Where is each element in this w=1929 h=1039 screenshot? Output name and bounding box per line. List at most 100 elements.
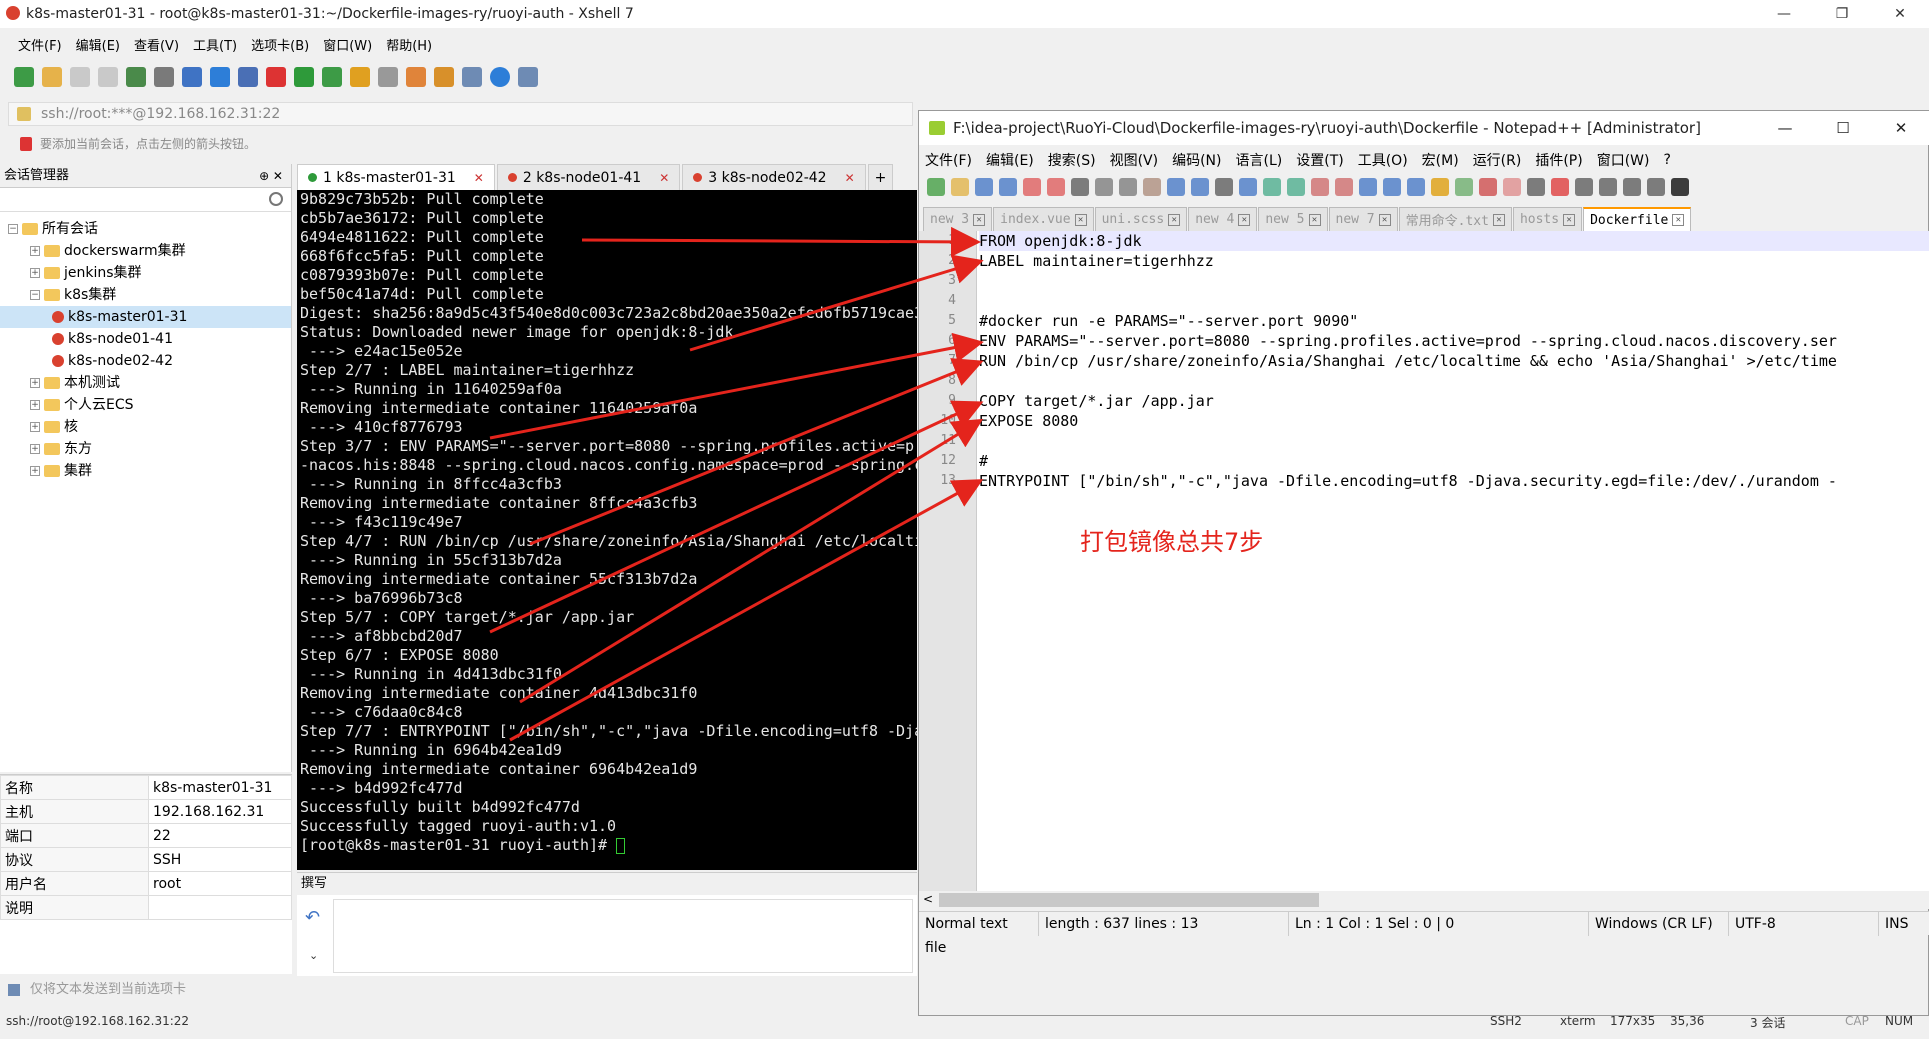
save-all-icon[interactable]: [999, 178, 1017, 196]
properties-icon[interactable]: [126, 67, 146, 87]
save-icon[interactable]: [975, 178, 993, 196]
replace-icon[interactable]: [1239, 178, 1257, 196]
xftp-icon[interactable]: [266, 67, 286, 87]
undo-icon[interactable]: ↶: [305, 907, 320, 928]
help-icon[interactable]: [490, 67, 510, 87]
maximize-button[interactable]: ☐: [1814, 111, 1872, 145]
tab-k8s-node02-42[interactable]: 3 k8s-node02-42 ✕: [682, 164, 866, 190]
close-icon[interactable]: ✕: [1308, 213, 1321, 226]
scroll-left-icon[interactable]: <: [923, 892, 933, 906]
terminal[interactable]: 9b829c73b52b: Pull complete cb5b7ae36172:…: [297, 190, 917, 870]
npp-menu-item[interactable]: 编码(N): [1172, 150, 1221, 170]
expand-icon[interactable]: +: [30, 422, 40, 432]
minimize-button[interactable]: —: [1755, 0, 1813, 28]
search-icon[interactable]: [269, 192, 283, 206]
npp-tab[interactable]: uni.scss ✕: [1094, 207, 1188, 231]
code-line[interactable]: ENV PARAMS="--server.port=8080 --spring.…: [979, 331, 1929, 351]
undo-icon[interactable]: [1167, 178, 1185, 196]
tree-item[interactable]: + 个人云ECS: [0, 394, 291, 416]
npp-menu-item[interactable]: 视图(V): [1110, 150, 1159, 170]
disconnect-icon[interactable]: [70, 67, 90, 87]
tree-item[interactable]: + 核: [0, 416, 291, 438]
npp-menu-item[interactable]: 运行(R): [1473, 150, 1522, 170]
code-line[interactable]: #docker run -e PARAMS="--server.port 909…: [979, 311, 1929, 331]
npp-menu-item[interactable]: 窗口(W): [1597, 150, 1650, 170]
close-icon[interactable]: ✕: [973, 213, 986, 226]
expand-icon[interactable]: +: [30, 400, 40, 410]
wrap-icon[interactable]: [1359, 178, 1377, 196]
npp-menu-item[interactable]: 工具(O): [1358, 150, 1408, 170]
compose-icon[interactable]: [434, 67, 454, 87]
new-session-icon[interactable]: [14, 67, 34, 87]
close-icon[interactable]: ✕: [1168, 213, 1181, 226]
close-icon[interactable]: ✕: [1238, 213, 1251, 226]
run-icon[interactable]: [1671, 178, 1689, 196]
minimize-button[interactable]: —: [1756, 111, 1814, 145]
npp-tab[interactable]: Dockerfile ✕: [1583, 207, 1692, 231]
menu-tabs[interactable]: 选项卡(B): [251, 35, 309, 54]
zoom-in-icon[interactable]: [1263, 178, 1281, 196]
record-icon[interactable]: [1551, 178, 1569, 196]
play-icon[interactable]: [1599, 178, 1617, 196]
code-area[interactable]: FROM openjdk:8-jdk LABEL maintainer=tiger…: [979, 231, 1929, 891]
scrollbar-thumb[interactable]: [939, 893, 1319, 907]
npp-menu-item[interactable]: ?: [1664, 152, 1671, 168]
all-chars-icon[interactable]: [1383, 178, 1401, 196]
tree-item[interactable]: k8s-master01-31: [0, 306, 291, 328]
layout-icon[interactable]: [462, 67, 482, 87]
tree-item[interactable]: + 集群: [0, 460, 291, 482]
tree-item[interactable]: + jenkins集群: [0, 262, 291, 284]
expand-icon[interactable]: +: [30, 268, 40, 278]
close-icon[interactable]: ✕: [1672, 214, 1685, 226]
compose-input[interactable]: [333, 899, 913, 973]
tree-item[interactable]: − k8s集群: [0, 284, 291, 306]
tab-k8s-master01-31[interactable]: 1 k8s-master01-31 ✕: [297, 164, 495, 190]
code-line[interactable]: #: [979, 451, 1929, 471]
tree-item[interactable]: k8s-node01-41: [0, 328, 291, 350]
menu-edit[interactable]: 编辑(E): [76, 35, 120, 54]
reconnect-icon[interactable]: [98, 67, 118, 87]
globe-icon[interactable]: [210, 67, 230, 87]
expand-icon[interactable]: +: [30, 444, 40, 454]
fullscreen-icon[interactable]: [322, 67, 342, 87]
save-macro-icon[interactable]: [1647, 178, 1665, 196]
tree-item[interactable]: + dockerswarm集群: [0, 240, 291, 262]
copy-icon[interactable]: [1119, 178, 1137, 196]
npp-menu-item[interactable]: 插件(P): [1535, 150, 1582, 170]
open-folder-icon[interactable]: [42, 67, 62, 87]
restore-button[interactable]: ❐: [1813, 0, 1871, 28]
tree-item[interactable]: k8s-node02-42: [0, 350, 291, 372]
play-multi-icon[interactable]: [1623, 178, 1641, 196]
highlight-icon[interactable]: [406, 67, 426, 87]
code-line[interactable]: [979, 431, 1929, 451]
expand-icon[interactable]: −: [30, 290, 40, 300]
print-icon[interactable]: [1071, 178, 1089, 196]
npp-menu-item[interactable]: 编辑(E): [986, 150, 1034, 170]
function-list-icon[interactable]: [1479, 178, 1497, 196]
expand-icon[interactable]: +: [30, 466, 40, 476]
npp-tab[interactable]: new 5 ✕: [1258, 207, 1328, 231]
expand-icon[interactable]: +: [30, 378, 40, 388]
tree-item[interactable]: − 所有会话: [0, 218, 291, 240]
cut-icon[interactable]: [1095, 178, 1113, 196]
folder-workspace-icon[interactable]: [1503, 178, 1521, 196]
keyboard-icon[interactable]: [378, 67, 398, 87]
close-button[interactable]: ✕: [1871, 0, 1929, 28]
close-icon[interactable]: ✕: [659, 171, 669, 185]
code-line[interactable]: [979, 371, 1929, 391]
new-icon[interactable]: [927, 178, 945, 196]
code-line[interactable]: LABEL maintainer=tigerhhzz: [979, 251, 1929, 271]
sync-h-icon[interactable]: [1335, 178, 1353, 196]
transfer-icon[interactable]: [182, 67, 202, 87]
close-button[interactable]: ✕: [1872, 111, 1929, 145]
close-icon[interactable]: ✕: [845, 171, 855, 185]
npp-tab[interactable]: new 3 ✕: [923, 207, 993, 231]
sync-v-icon[interactable]: [1311, 178, 1329, 196]
expand-icon[interactable]: −: [8, 224, 18, 234]
code-line[interactable]: EXPOSE 8080: [979, 411, 1929, 431]
horizontal-scrollbar[interactable]: <: [919, 891, 1929, 909]
menu-view[interactable]: 查看(V): [134, 35, 179, 54]
close-icon[interactable]: ✕: [1563, 213, 1576, 226]
npp-menu-item[interactable]: 设置(T): [1296, 150, 1343, 170]
npp-menu-item[interactable]: 语言(L): [1236, 150, 1283, 170]
